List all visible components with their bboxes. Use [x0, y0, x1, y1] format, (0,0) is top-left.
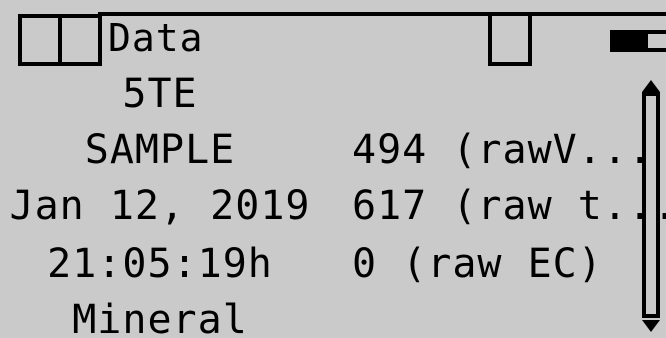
raw-value-2: 617 (raw t...: [352, 183, 666, 229]
status-box-icon: [18, 14, 62, 66]
scrollbar[interactable]: [636, 74, 666, 338]
screen-title: Data: [108, 16, 204, 60]
sensor-type: 5TE: [122, 71, 198, 117]
battery-icon: [610, 30, 666, 52]
sample-date: Jan 12, 2019: [9, 183, 311, 229]
raw-value-1: 494 (rawV...: [352, 127, 653, 173]
sample-label: SAMPLE: [84, 127, 236, 173]
scroll-down-arrow-icon[interactable]: [642, 320, 660, 332]
status-box-icon: [488, 12, 532, 66]
sample-time: 21:05:19h: [47, 241, 273, 287]
status-box-icon: [58, 14, 102, 66]
scroll-up-arrow-icon[interactable]: [642, 80, 660, 92]
header-bar: Data: [0, 0, 666, 66]
raw-value-3: 0 (raw EC): [352, 241, 603, 287]
scroll-track[interactable]: [642, 92, 660, 318]
soil-type: Mineral: [72, 297, 248, 338]
device-screen: Data 5TE SAMPLE 494 (rawV... Jan 12, 201…: [0, 0, 666, 338]
